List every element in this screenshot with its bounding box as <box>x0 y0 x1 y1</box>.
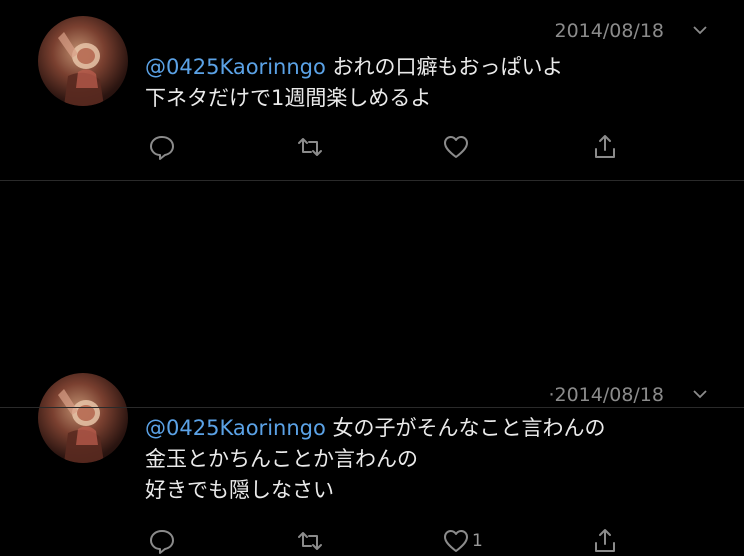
tweet-date: ·2014/08/18 <box>548 384 664 406</box>
share-button[interactable] <box>591 526 619 556</box>
share-button[interactable] <box>591 132 619 162</box>
tweet[interactable]: ·2014/08/18 @0425Kaorinngo 女の子がそんなこと言わんの… <box>0 181 744 554</box>
reply-button[interactable] <box>148 132 176 162</box>
chevron-down-icon[interactable] <box>692 24 708 36</box>
heart-icon <box>444 136 468 158</box>
reply-icon <box>150 530 174 554</box>
tweet-line: 下ネタだけで1週間楽しめるよ <box>145 86 432 110</box>
mention-link[interactable]: @0425Kaorinngo <box>145 55 326 79</box>
avatar[interactable] <box>38 16 128 106</box>
retweet-button[interactable] <box>296 132 324 162</box>
tweet-line: 好きでも隠しなさい <box>145 478 334 502</box>
like-count: 1 <box>472 531 483 551</box>
divider <box>0 407 744 408</box>
tweet-actions <box>0 132 744 162</box>
retweet-icon <box>298 532 322 550</box>
tweet-line: 金玉とかちんことか言わんの <box>145 447 418 471</box>
retweet-icon <box>298 138 322 156</box>
mention-link[interactable]: @0425Kaorinngo <box>145 416 326 440</box>
retweet-button[interactable] <box>296 526 324 556</box>
tweet-line: 女の子がそんなこと言わんの <box>332 416 606 440</box>
avatar[interactable] <box>38 373 128 463</box>
share-icon <box>595 529 615 552</box>
share-icon <box>595 135 615 158</box>
tweet-date: 2014/08/18 <box>554 20 664 42</box>
tweet-text: @0425Kaorinngo おれの口癖もおっぱいよ 下ネタだけで1週間楽しめる… <box>145 52 563 114</box>
tweet-line: おれの口癖もおっぱいよ <box>332 55 564 79</box>
reply-icon <box>150 136 174 160</box>
tweet[interactable]: 2014/08/18 @0425Kaorinngo おれの口癖もおっぱいよ 下ネ… <box>0 0 744 180</box>
chevron-down-icon[interactable] <box>692 388 708 400</box>
reply-button[interactable] <box>148 526 176 556</box>
tweet-text: @0425Kaorinngo 女の子がそんなこと言わんの 金玉とかちんことか言わ… <box>145 413 606 506</box>
tweet-actions: 1 <box>0 526 744 556</box>
like-button[interactable] <box>442 132 472 162</box>
like-button[interactable]: 1 <box>442 526 483 556</box>
heart-icon <box>444 530 468 552</box>
tweet-feed: 2014/08/18 @0425Kaorinngo おれの口癖もおっぱいよ 下ネ… <box>0 0 744 554</box>
